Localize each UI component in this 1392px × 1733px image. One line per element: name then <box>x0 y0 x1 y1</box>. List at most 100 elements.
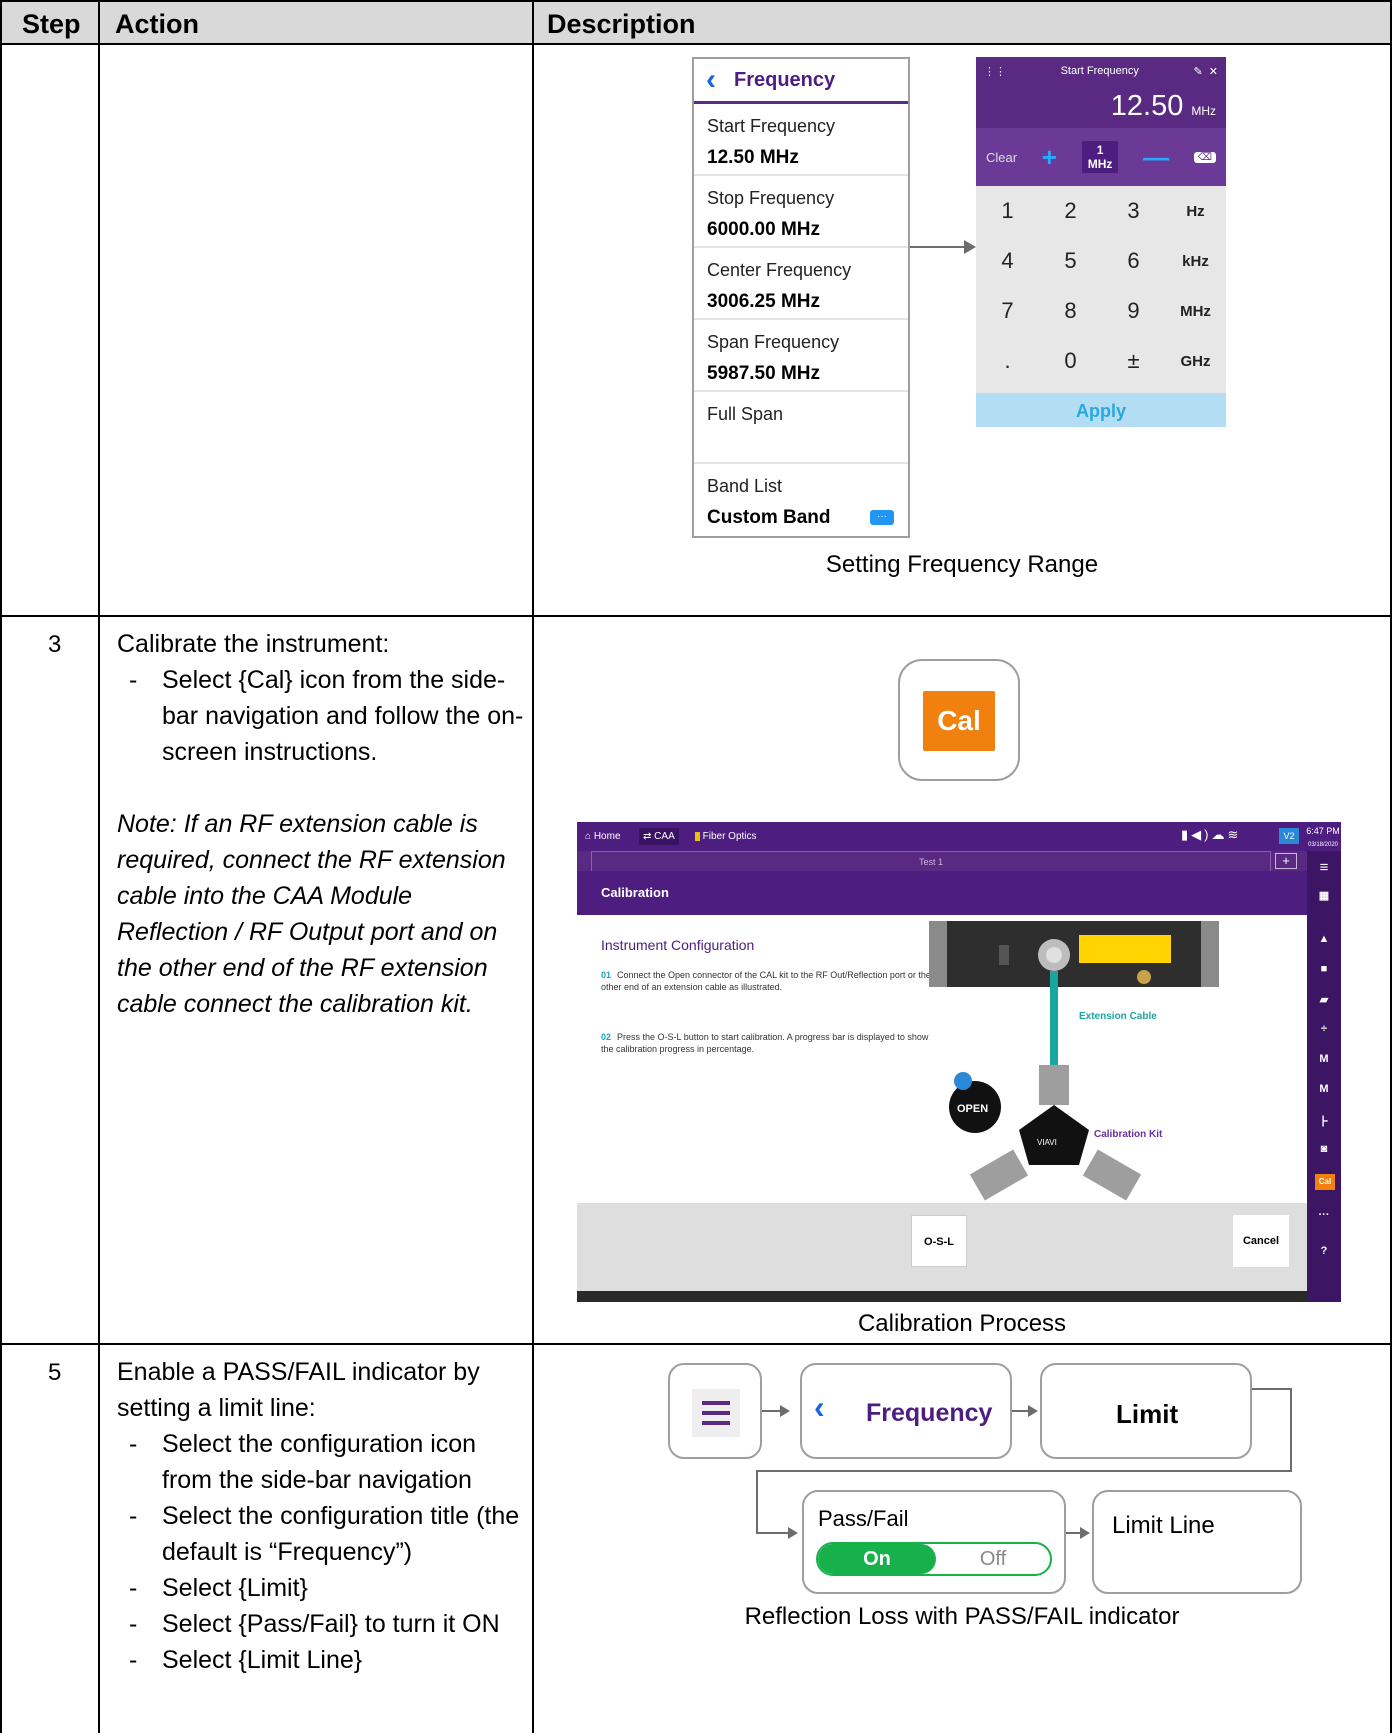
pin-close-icons[interactable]: ✎ ✕ <box>1193 65 1218 78</box>
step-text: Press the O-S-L button to start calibrat… <box>601 1032 929 1054</box>
peak-icon[interactable]: ⺊ <box>1307 1113 1341 1129</box>
header-step: Step <box>22 9 81 39</box>
table-border <box>0 615 1392 617</box>
setting-span-frequency[interactable]: Span Frequency 5987.50 MHz <box>694 320 908 392</box>
key-4[interactable]: 4 <box>976 236 1039 286</box>
increment-button[interactable]: + <box>1042 142 1057 173</box>
arrow-head-icon <box>780 1405 790 1417</box>
key-6[interactable]: 6 <box>1102 236 1165 286</box>
load-connector <box>1082 1149 1142 1201</box>
limit-line-label: Limit Line <box>1112 1512 1215 1539</box>
key-2[interactable]: 2 <box>1039 186 1102 236</box>
decrement-button[interactable]: — <box>1143 142 1169 173</box>
action-bullet: Select the configuration icon from the s… <box>117 1426 527 1498</box>
setting-label: Full Span <box>707 404 784 424</box>
setting-full-span[interactable]: Full Span <box>694 392 908 464</box>
key-ghz[interactable]: GHz <box>1165 336 1226 386</box>
test-tab-strip: Test 1 + <box>577 851 1307 871</box>
chevron-left-icon[interactable]: ‹ <box>706 65 716 95</box>
key-mhz[interactable]: MHz <box>1165 286 1226 336</box>
clock: 6:47 PM 03/18/2020 <box>1305 822 1341 851</box>
rf-port-center <box>1046 947 1062 963</box>
key-khz[interactable]: kHz <box>1165 236 1226 286</box>
setting-label: Span Frequency <box>707 332 840 352</box>
tab-label: Fiber Optics <box>702 831 757 842</box>
flow-connector <box>756 1470 758 1534</box>
key-5[interactable]: 5 <box>1039 236 1102 286</box>
setting-stop-frequency[interactable]: Stop Frequency 6000.00 MHz <box>694 176 908 248</box>
arrow-head-icon <box>1028 1405 1038 1417</box>
toggle-on[interactable]: On <box>818 1544 936 1574</box>
limit-box[interactable]: Limit <box>1040 1363 1252 1459</box>
add-test-button[interactable]: + <box>1275 853 1297 869</box>
drag-grip-icon[interactable]: ⋮⋮ <box>984 65 1006 78</box>
key-hz[interactable]: Hz <box>1165 186 1226 236</box>
more-options-icon[interactable]: ··· <box>870 510 894 525</box>
clock-date: 03/18/2020 <box>1307 842 1339 848</box>
cancel-button[interactable]: Cancel <box>1233 1215 1289 1267</box>
backspace-icon[interactable]: ⌫ <box>1193 151 1216 163</box>
setting-value: 3006.25 MHz <box>707 291 821 312</box>
key-8[interactable]: 8 <box>1039 286 1102 336</box>
limit-line-box[interactable]: Limit Line <box>1092 1490 1302 1594</box>
lock-icon[interactable]: ▲ <box>1307 933 1341 945</box>
key-3[interactable]: 3 <box>1102 186 1165 236</box>
marker-icon[interactable]: M <box>1307 1053 1341 1065</box>
osl-button[interactable]: O-S-L <box>911 1215 967 1267</box>
chevron-left-icon[interactable]: ‹ <box>814 1391 825 1423</box>
setting-band-list[interactable]: Band List Custom Band ··· <box>694 464 908 536</box>
table-border <box>0 1343 1392 1345</box>
more-icon[interactable]: ··· <box>1307 1209 1341 1221</box>
frequency-title-box[interactable]: ‹ Frequency <box>800 1363 1012 1459</box>
folder-icon[interactable]: ▰ <box>1307 993 1341 1006</box>
key-plusminus[interactable]: ± <box>1102 336 1165 386</box>
menu-icon[interactable]: ≡ <box>1307 859 1341 876</box>
help-icon[interactable]: ? <box>1307 1245 1341 1257</box>
module-end-cap <box>929 921 947 987</box>
toggle-off[interactable]: Off <box>936 1544 1050 1574</box>
setting-center-frequency[interactable]: Center Frequency 3006.25 MHz <box>694 248 908 320</box>
config-menu-box <box>668 1363 762 1459</box>
tab-home[interactable]: ⌂ Home <box>581 828 625 845</box>
flow-arrow <box>910 246 972 248</box>
table-border <box>0 43 1392 45</box>
keypad-display: 12.50 MHz <box>976 85 1226 128</box>
tab-fiber-optics[interactable]: ■ Fiber Optics <box>691 828 761 845</box>
key-1[interactable]: 1 <box>976 186 1039 236</box>
setting-value: 12.50 MHz <box>707 147 799 168</box>
camera-icon[interactable]: ◙ <box>1307 1143 1341 1155</box>
step-number: 3 <box>48 631 62 658</box>
status-bar <box>577 1291 1307 1302</box>
step-value: 1 <box>1096 143 1104 157</box>
action-bullet: Select {Pass/Fail} to turn it ON <box>117 1606 527 1642</box>
keypad-value: 12.50 <box>1110 90 1184 122</box>
tab-label: Home <box>593 831 621 842</box>
frequency-panel-header[interactable]: ‹ Frequency <box>694 59 908 104</box>
key-7[interactable]: 7 <box>976 286 1039 336</box>
layout-icon[interactable]: ▦ <box>1307 889 1341 902</box>
test-tab[interactable]: Test 1 <box>591 851 1271 871</box>
action-intro: Enable a PASS/FAIL indicator by setting … <box>117 1358 480 1422</box>
cal-icon[interactable]: Cal <box>923 691 995 751</box>
header-description: Description <box>547 9 696 39</box>
divide-icon[interactable]: ÷ <box>1307 1023 1341 1035</box>
save-icon[interactable]: ■ <box>1307 963 1341 975</box>
step-size-button[interactable]: 1 MHz <box>1081 141 1119 173</box>
pass-fail-box[interactable]: Pass/Fail On Off <box>802 1490 1066 1594</box>
cal-sidebar-icon[interactable]: Cal <box>1315 1174 1335 1190</box>
clear-button[interactable]: Clear <box>986 150 1017 165</box>
apply-button[interactable]: Apply <box>976 393 1226 427</box>
key-9[interactable]: 9 <box>1102 286 1165 336</box>
tab-caa[interactable]: ⇄ CAA <box>639 828 679 845</box>
pass-fail-toggle[interactable]: On Off <box>816 1542 1052 1576</box>
step-num: 01 <box>601 970 612 980</box>
action-bullet: Select {Limit Line} <box>117 1642 527 1678</box>
menu-icon[interactable] <box>692 1389 740 1437</box>
key-0[interactable]: 0 <box>1039 336 1102 386</box>
calibration-body: Instrument Configuration 01 Connect the O… <box>577 915 1307 1203</box>
setting-start-frequency[interactable]: Start Frequency 12.50 MHz <box>694 104 908 176</box>
key-dot[interactable]: . <box>976 336 1039 386</box>
action-text: Enable a PASS/FAIL indicator by setting … <box>117 1354 527 1678</box>
marker-table-icon[interactable]: M <box>1307 1083 1341 1095</box>
setting-label: Stop Frequency <box>707 188 835 208</box>
